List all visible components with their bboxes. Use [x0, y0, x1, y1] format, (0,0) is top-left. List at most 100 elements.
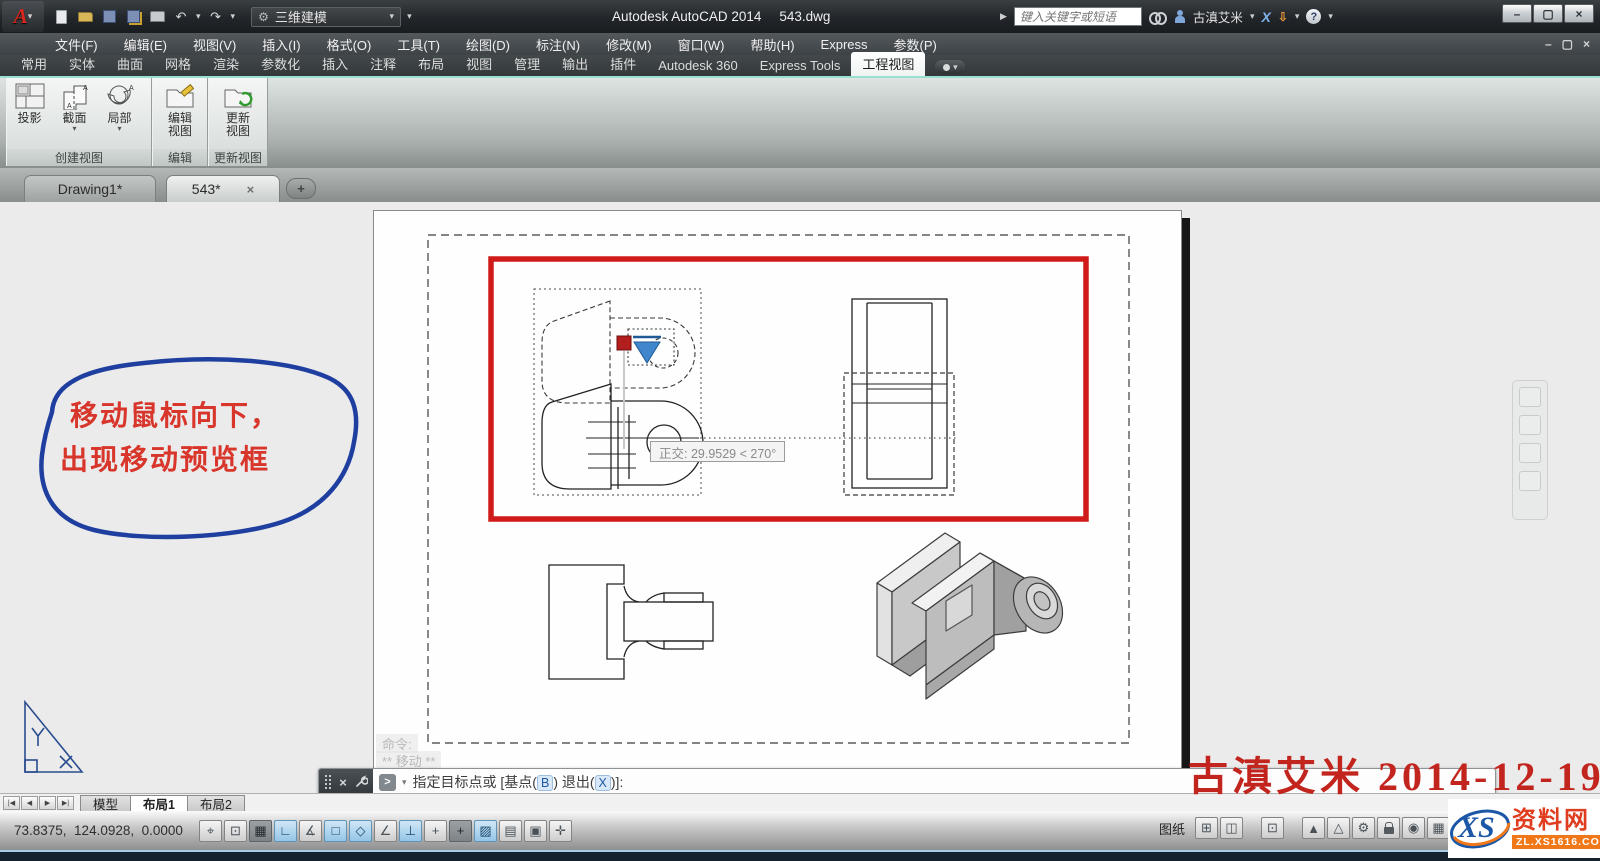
file-tab-543[interactable]: 543* ×	[166, 175, 280, 202]
restore-button[interactable]: ▢	[1533, 4, 1563, 23]
next-tab-button[interactable]: ▶	[39, 796, 56, 810]
doc-minimize-button[interactable]: –	[1545, 37, 1552, 51]
command-bar-handle[interactable]: ×	[319, 769, 373, 793]
application-menu-button[interactable]: A ▾	[2, 1, 44, 32]
infer-constraints-toggle[interactable]: ⌖	[199, 820, 222, 842]
detail-dropdown-icon[interactable]: ▾	[117, 127, 121, 131]
3d-object-snap-toggle[interactable]: ◇	[349, 820, 372, 842]
ribbon-tab-express-tools[interactable]: Express Tools	[749, 56, 852, 76]
quick-view-layouts-button[interactable]: ⊞	[1195, 817, 1218, 839]
command-close-icon[interactable]: ×	[339, 775, 347, 790]
save-as-button[interactable]	[124, 9, 142, 25]
drawing-canvas[interactable]: 正交: 29.9529 < 270° 命令: ** 移动 ** 移动鼠标向下， …	[0, 202, 1600, 793]
ribbon-tab-mesh[interactable]: 网格	[154, 52, 202, 76]
last-tab-button[interactable]: ▶|	[57, 796, 74, 810]
first-tab-button[interactable]: |◀	[3, 796, 20, 810]
file-tab-drawing1[interactable]: Drawing1*	[24, 175, 156, 202]
lineweight-toggle[interactable]: +	[449, 820, 472, 842]
tab-close-icon[interactable]: ×	[247, 182, 255, 197]
object-snap-tracking-toggle[interactable]: ∠	[374, 820, 397, 842]
download-icon[interactable]: ⇩	[1278, 10, 1288, 24]
redo-dropdown-icon[interactable]: ▾	[231, 12, 236, 21]
redo-button[interactable]: ↷	[207, 9, 225, 25]
grid-display-toggle[interactable]: ▦	[249, 820, 272, 842]
snap-mode-toggle[interactable]: ⊡	[224, 820, 247, 842]
doc-restore-button[interactable]: ▢	[1562, 37, 1573, 51]
annotation-autoscale-button[interactable]: △	[1327, 817, 1350, 839]
section-view-button[interactable]: A A 截面 ▾	[52, 78, 97, 149]
viewport-maximize-button[interactable]: ⊡	[1261, 817, 1284, 839]
orbit-icon[interactable]	[1519, 471, 1541, 491]
save-button[interactable]	[100, 9, 118, 25]
paper-model-toggle[interactable]: 图纸	[1151, 817, 1193, 839]
tab-layout2[interactable]: 布局2	[187, 795, 245, 811]
ribbon-tab-solid[interactable]: 实体	[58, 52, 106, 76]
close-button[interactable]: ×	[1564, 4, 1594, 23]
exchange-apps-icon[interactable]: X	[1261, 9, 1270, 25]
dynamic-ucs-toggle[interactable]: ⊥	[399, 820, 422, 842]
isolate-objects-button[interactable]: ◉	[1402, 817, 1425, 839]
new-file-button[interactable]	[52, 9, 70, 25]
hardware-acceleration-button[interactable]: ▦	[1427, 817, 1450, 839]
undo-dropdown-icon[interactable]: ▾	[196, 12, 201, 21]
pan-hand-icon[interactable]	[1519, 415, 1541, 435]
side-view-solid[interactable]	[852, 299, 947, 488]
ribbon-tab-render[interactable]: 渲染	[202, 52, 250, 76]
quick-properties-toggle[interactable]: ▤	[499, 820, 522, 842]
paper-sheet[interactable]	[373, 210, 1182, 787]
menu-help[interactable]: 帮助(H)	[738, 33, 808, 55]
option-key-basepoint[interactable]: B	[537, 775, 553, 791]
ribbon-tab-drawing-views[interactable]: 工程视图	[851, 52, 925, 76]
qat-overflow-icon[interactable]: ▾	[407, 12, 412, 21]
detail-view-button[interactable]: A 局部 ▾	[97, 78, 142, 149]
toolbar-lock-button[interactable]	[1377, 817, 1400, 839]
ribbon-tab-home[interactable]: 常用	[10, 52, 58, 76]
projection-view-button[interactable]: 投影	[7, 78, 52, 149]
help-button[interactable]: ?	[1306, 9, 1321, 24]
new-drawing-tab-button[interactable]: +	[286, 178, 316, 199]
ribbon-tab-view[interactable]: 视图	[455, 52, 503, 76]
section-dropdown-icon[interactable]: ▾	[72, 127, 76, 131]
hot-grip[interactable]	[617, 336, 631, 350]
steering-wheel-icon[interactable]	[1519, 387, 1541, 407]
open-file-button[interactable]	[76, 9, 94, 25]
ribbon-tab-plugins[interactable]: 插件	[599, 52, 647, 76]
annotation-visibility-button[interactable]: ▲	[1302, 817, 1325, 839]
recent-commands-icon[interactable]: ▾	[402, 778, 407, 787]
polar-tracking-toggle[interactable]: ∡	[299, 820, 322, 842]
tab-layout1[interactable]: 布局1	[130, 795, 188, 811]
help-dropdown-icon[interactable]: ▾	[1328, 12, 1333, 21]
ribbon-tab-annotate[interactable]: 注释	[359, 52, 407, 76]
tab-model[interactable]: 模型	[80, 795, 131, 811]
infocenter-expand-icon[interactable]: ▶	[1000, 11, 1007, 22]
front-view-solid[interactable]	[549, 565, 713, 679]
top-view-solid[interactable]	[542, 384, 703, 489]
workspace-switch-button[interactable]: ⚙	[1352, 817, 1375, 839]
isometric-view[interactable]	[877, 533, 1073, 699]
ribbon-tab-autodesk360[interactable]: Autodesk 360	[647, 56, 749, 76]
menu-window[interactable]: 窗口(W)	[665, 33, 738, 55]
plot-button[interactable]	[148, 9, 166, 25]
prev-tab-button[interactable]: ◀	[21, 796, 38, 810]
workspace-dropdown[interactable]: ⚙ 三维建模 ▾	[251, 7, 401, 27]
object-snap-toggle[interactable]: □	[324, 820, 347, 842]
signed-in-user[interactable]: 古滇艾米	[1193, 7, 1243, 26]
selection-cycling-toggle[interactable]: ▣	[524, 820, 547, 842]
download-dropdown-icon[interactable]: ▾	[1295, 12, 1300, 21]
quick-view-drawings-button[interactable]: ◫	[1220, 817, 1243, 839]
customize-wrench-icon[interactable]	[354, 775, 368, 789]
ribbon-tab-parametric[interactable]: 参数化	[250, 52, 311, 76]
ribbon-tab-output[interactable]: 输出	[551, 52, 599, 76]
minimize-button[interactable]: –	[1502, 4, 1532, 23]
navigation-bar[interactable]	[1512, 380, 1548, 520]
ribbon-tab-layout[interactable]: 布局	[407, 52, 455, 76]
edit-view-button[interactable]: 编辑视图	[154, 78, 206, 149]
dynamic-input-toggle[interactable]: +	[424, 820, 447, 842]
user-dropdown-icon[interactable]: ▾	[1250, 12, 1255, 21]
update-view-button[interactable]: 更新视图	[210, 78, 266, 149]
undo-button[interactable]: ↶	[172, 9, 190, 25]
doc-close-button[interactable]: ×	[1583, 37, 1590, 51]
option-key-exit[interactable]: X	[595, 775, 611, 791]
search-binoculars-icon[interactable]	[1149, 11, 1167, 23]
annotation-monitor-toggle[interactable]: ✛	[549, 820, 572, 842]
